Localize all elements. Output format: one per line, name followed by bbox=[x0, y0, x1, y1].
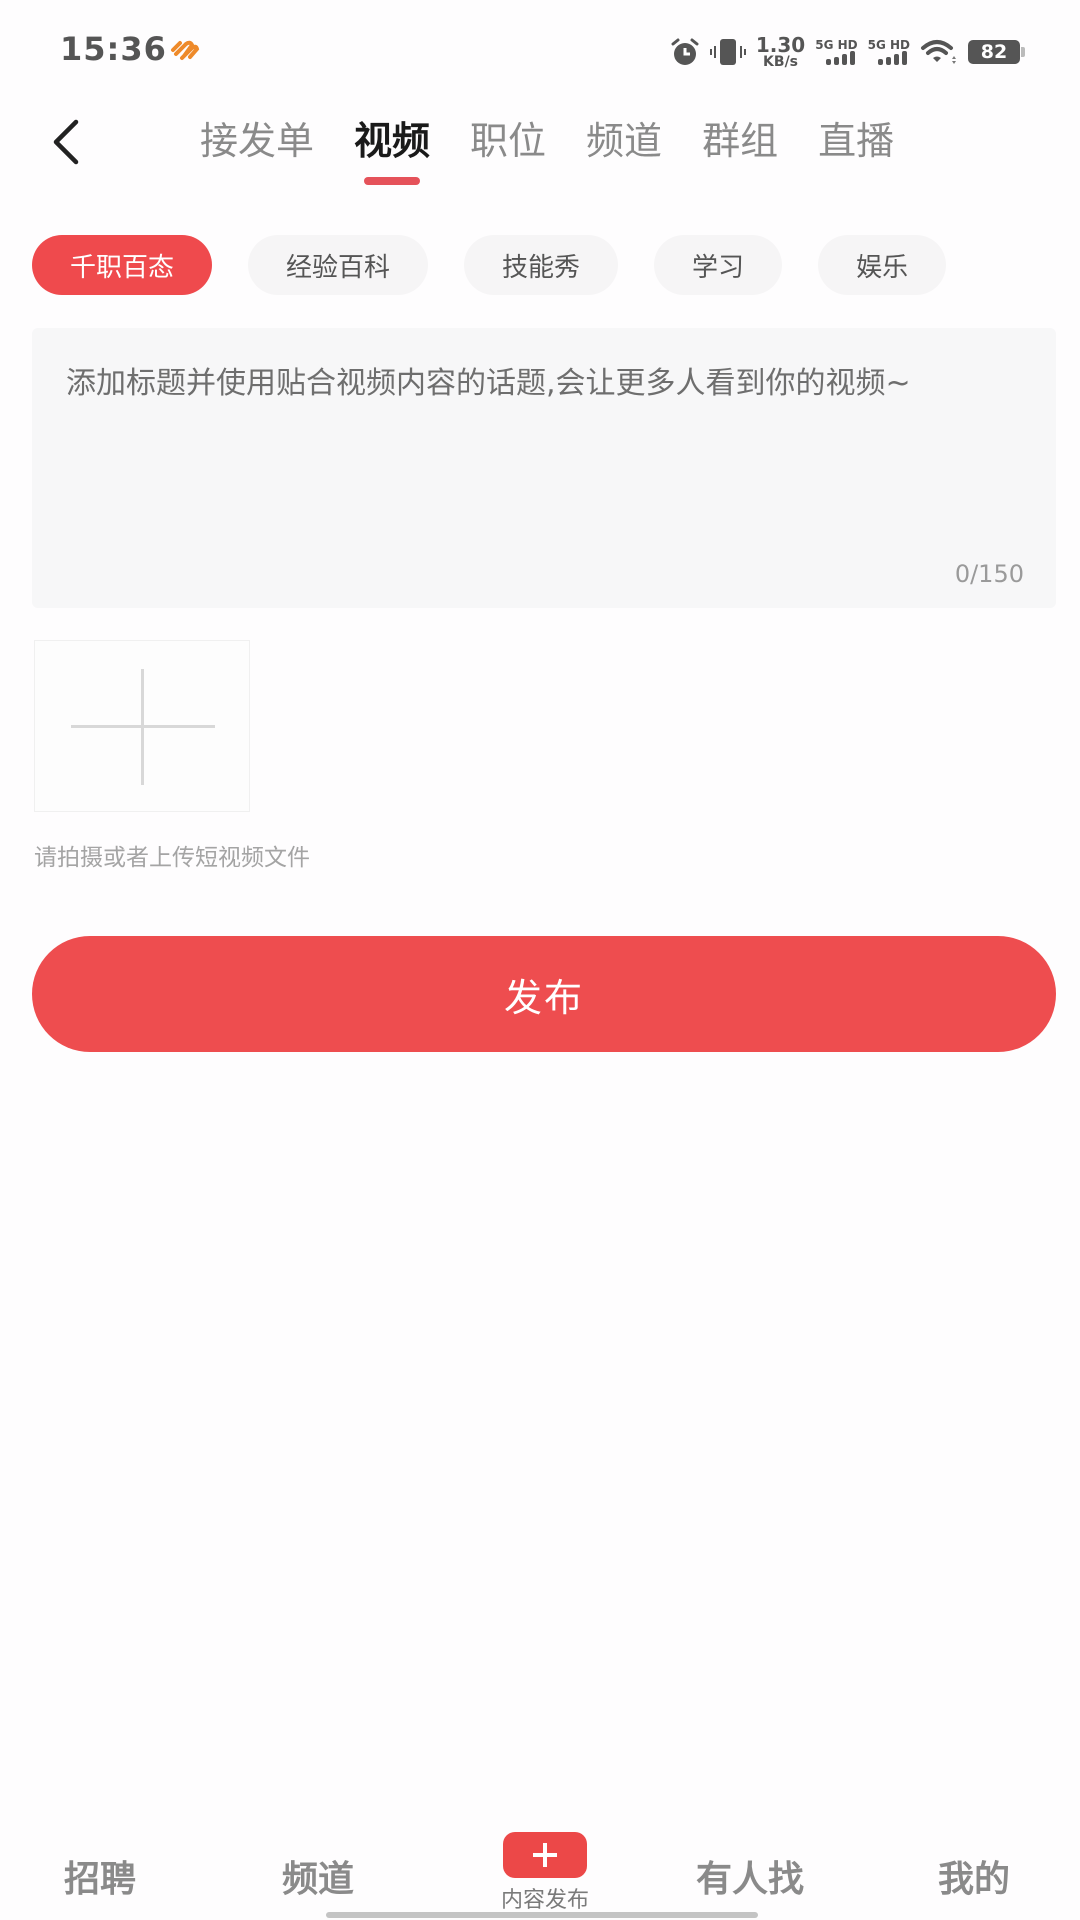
plus-icon bbox=[503, 1832, 587, 1878]
network-speed-unit: KB/s bbox=[763, 54, 799, 70]
bottom-nav-recruit[interactable]: 招聘 bbox=[64, 1850, 136, 1902]
tab-groups[interactable]: 群组 bbox=[682, 100, 798, 200]
tab-live[interactable]: 直播 bbox=[798, 100, 914, 200]
network-speed: 1.30 KB/s bbox=[756, 35, 805, 69]
bottom-nav-finder[interactable]: 有人找 bbox=[696, 1850, 804, 1902]
category-chips: 千职百态 经验百科 技能秀 学习 娱乐 bbox=[32, 235, 947, 295]
upload-hint: 请拍摄或者上传短视频文件 bbox=[34, 845, 310, 871]
bottom-nav-publish-label: 内容发布 bbox=[500, 1888, 589, 1913]
bottom-nav: 招聘 频道 内容发布 有人找 我的 bbox=[0, 1820, 1080, 1920]
chip-category[interactable]: 经验百科 bbox=[248, 235, 429, 295]
sim2-label: 5G HD bbox=[867, 38, 910, 52]
network-speed-value: 1.30 bbox=[755, 33, 806, 57]
signal-sim2: 5G HD bbox=[868, 39, 910, 65]
top-nav: 接发单 视频 职位 频道 群组 直播 bbox=[0, 100, 1080, 200]
signal-icon bbox=[825, 51, 855, 65]
status-bar: 15:36 1.30 KB/s 5G HD 5G HD 82 bbox=[0, 0, 1080, 100]
signal-icon bbox=[878, 51, 907, 65]
chip-category[interactable]: 技能秀 bbox=[464, 235, 619, 295]
tab-jobs[interactable]: 职位 bbox=[450, 100, 566, 200]
chip-category[interactable]: 娱乐 bbox=[818, 235, 947, 295]
chip-category[interactable]: 学习 bbox=[654, 235, 783, 295]
tab-channels[interactable]: 频道 bbox=[566, 100, 682, 200]
alarm-icon bbox=[671, 38, 699, 65]
app-notification-icon bbox=[171, 40, 200, 60]
bottom-nav-mine[interactable]: 我的 bbox=[938, 1850, 1010, 1902]
title-input[interactable]: 添加标题并使用贴合视频内容的话题,会让更多人看到你的视频~ 0/150 bbox=[32, 328, 1056, 608]
signal-sim1: 5G HD bbox=[815, 38, 858, 65]
vibrate-icon bbox=[709, 39, 746, 65]
battery-level: 82 bbox=[980, 41, 1008, 63]
status-icons: 1.30 KB/s 5G HD 5G HD 82 bbox=[670, 32, 1025, 72]
back-button[interactable] bbox=[44, 112, 94, 172]
bottom-nav-channels[interactable]: 频道 bbox=[282, 1850, 354, 1902]
tab-label: 视频 bbox=[354, 119, 431, 163]
tab-label: 职位 bbox=[470, 119, 547, 163]
tab-label: 群组 bbox=[702, 119, 779, 163]
bottom-nav-publish[interactable]: 内容发布 bbox=[490, 1832, 600, 1914]
upload-video-button[interactable] bbox=[34, 640, 250, 812]
wifi-icon bbox=[921, 40, 956, 64]
chip-category[interactable]: 千职百态 bbox=[32, 235, 213, 295]
home-indicator[interactable] bbox=[326, 1912, 758, 1918]
tab-label: 直播 bbox=[818, 119, 895, 163]
chevron-left-icon bbox=[53, 119, 79, 165]
sim1-label: 5G HD bbox=[815, 38, 858, 52]
status-time: 15:36 bbox=[60, 30, 167, 68]
tab-label: 接发单 bbox=[200, 119, 315, 163]
publish-button[interactable]: 发布 bbox=[32, 936, 1056, 1052]
tab-orders[interactable]: 接发单 bbox=[180, 100, 334, 200]
title-input-placeholder: 添加标题并使用贴合视频内容的话题,会让更多人看到你的视频~ bbox=[66, 366, 911, 401]
tab-label: 频道 bbox=[586, 119, 663, 163]
plus-icon-vertical bbox=[141, 669, 144, 785]
content-type-tabs: 接发单 视频 职位 频道 群组 直播 bbox=[180, 100, 914, 200]
battery-icon: 82 bbox=[968, 40, 1025, 64]
tab-video[interactable]: 视频 bbox=[334, 100, 450, 200]
char-count: 0/150 bbox=[954, 560, 1024, 588]
